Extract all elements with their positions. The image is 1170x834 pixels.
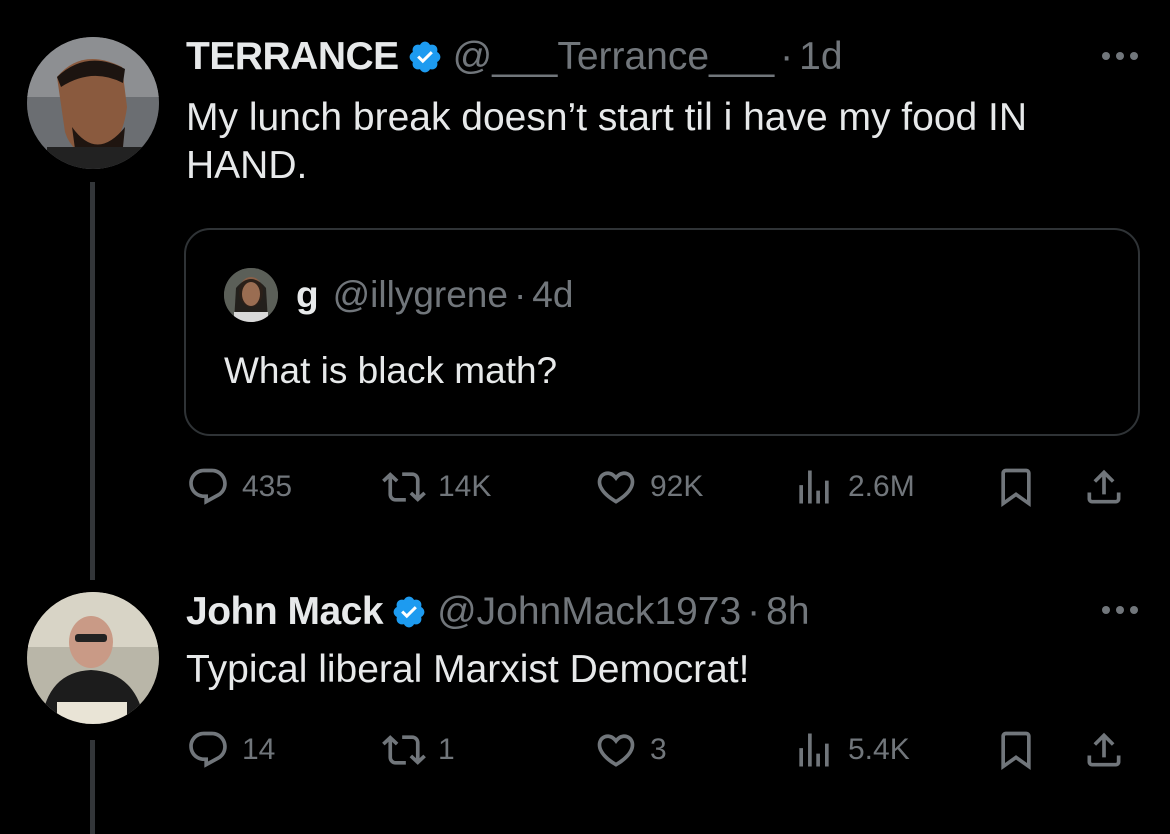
display-name[interactable]: TERRANCE <box>186 35 399 79</box>
tweet-text: Typical liberal Marxist Democrat! <box>186 648 750 691</box>
like-button[interactable]: 3 <box>594 728 667 772</box>
tweet-header: John Mack @JohnMack1973 · 8h <box>186 590 810 634</box>
more-icon[interactable] <box>1102 606 1138 614</box>
reply-count: 435 <box>242 470 293 503</box>
quote-handle[interactable]: @illygrene <box>333 274 508 316</box>
view-count: 5.4K <box>848 733 910 766</box>
bookmark-icon <box>1001 468 1031 508</box>
avatar-terrance[interactable] <box>27 37 159 169</box>
share-button[interactable] <box>1082 728 1126 772</box>
share-icon <box>1087 732 1121 767</box>
quote-text: What is black math? <box>224 350 558 391</box>
views-button[interactable]: 2.6M <box>792 465 915 509</box>
views-icon <box>799 470 829 504</box>
views-button[interactable]: 5.4K <box>792 728 910 772</box>
thread-line <box>90 740 95 834</box>
verified-badge-icon <box>393 596 425 628</box>
share-icon <box>1087 469 1121 504</box>
more-icon[interactable] <box>1102 52 1138 60</box>
display-name[interactable]: John Mack <box>186 590 384 634</box>
timestamp[interactable]: 8h <box>766 590 809 634</box>
reply-count: 14 <box>242 733 276 766</box>
reply-button[interactable]: 14 <box>186 728 275 772</box>
separator-dot: · <box>747 590 761 633</box>
quoted-tweet[interactable]: g @illygrene · 4d What is black math? <box>184 228 1140 436</box>
quote-separator-dot: · <box>513 274 527 315</box>
thread-line <box>90 182 95 580</box>
reply-icon <box>189 731 227 768</box>
avatar-john-mack[interactable] <box>27 592 159 724</box>
separator-dot: · <box>780 35 794 78</box>
tweet-header: TERRANCE @___Terrance___ · 1d <box>186 32 843 82</box>
quote-display-name[interactable]: g <box>296 274 319 316</box>
reply-icon <box>189 468 227 505</box>
reply-button[interactable]: 435 <box>186 465 292 509</box>
tweet-terrance[interactable]: TERRANCE @___Terrance___ · 1d My lunch b… <box>0 0 1170 590</box>
verified-badge-icon <box>409 41 441 73</box>
handle[interactable]: @___Terrance___ <box>453 35 774 79</box>
repost-icon <box>382 735 426 765</box>
repost-button[interactable]: 14K <box>382 465 491 509</box>
bookmark-icon <box>1001 731 1031 771</box>
repost-icon <box>382 472 426 502</box>
quote-timestamp[interactable]: 4d <box>532 274 573 316</box>
share-button[interactable] <box>1082 465 1126 509</box>
view-count: 2.6M <box>848 470 915 503</box>
views-icon <box>799 733 829 767</box>
repost-count: 14K <box>438 470 492 503</box>
bookmark-button[interactable] <box>994 728 1038 772</box>
timestamp[interactable]: 1d <box>799 35 842 79</box>
repost-count: 1 <box>438 733 455 766</box>
like-count: 3 <box>650 733 667 766</box>
tweet-text: My lunch break doesn’t start til i have … <box>186 96 1028 187</box>
bookmark-button[interactable] <box>994 465 1038 509</box>
like-icon <box>597 734 635 767</box>
avatar-g <box>224 268 278 322</box>
like-count: 92K <box>650 470 704 503</box>
quote-header: g @illygrene · 4d <box>224 268 573 322</box>
repost-button[interactable]: 1 <box>382 728 455 772</box>
handle[interactable]: @JohnMack1973 <box>437 590 741 634</box>
action-bar: 14 1 3 5.4K <box>186 728 1136 778</box>
action-bar: 435 14K 92K 2.6M <box>186 465 1136 515</box>
like-button[interactable]: 92K <box>594 465 703 509</box>
tweet-john-mack[interactable]: John Mack @JohnMack1973 · 8h Typical lib… <box>0 590 1170 834</box>
like-icon <box>597 471 635 504</box>
